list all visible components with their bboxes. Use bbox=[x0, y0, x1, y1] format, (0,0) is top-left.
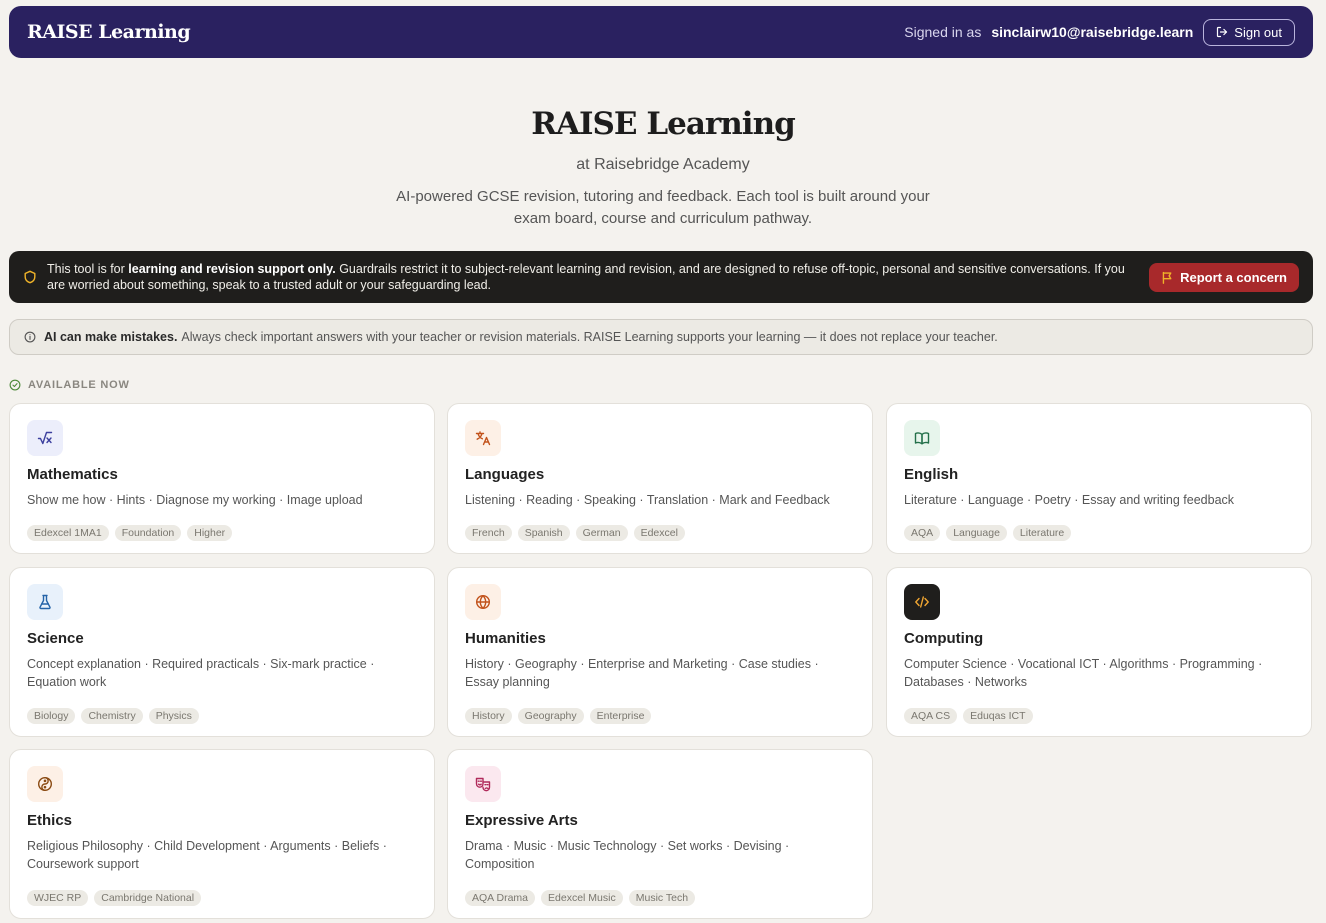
subject-title: Mathematics bbox=[27, 466, 118, 483]
ai-disclaimer-banner: AI can make mistakes. Always check impor… bbox=[9, 319, 1313, 355]
report-concern-button[interactable]: Report a concern bbox=[1149, 262, 1299, 292]
flask-icon bbox=[39, 594, 51, 610]
subject-features: Show me how · Hints · Diagnose my workin… bbox=[27, 493, 363, 507]
signed-in-label: Signed in as bbox=[904, 24, 982, 40]
hero-section: RAISE Learning at Raisebridge Academy AI… bbox=[0, 106, 1326, 230]
subject-title: Computing bbox=[904, 630, 984, 647]
sign-out-icon bbox=[1217, 26, 1228, 38]
subject-tag: Chemistry bbox=[81, 708, 143, 724]
subject-tag: Higher bbox=[187, 525, 233, 541]
subject-card-humanities[interactable]: Humanities History · Geography · Enterpri… bbox=[447, 567, 873, 737]
subject-features: Concept explanation · Required practical… bbox=[27, 657, 375, 689]
subject-features: Literature · Language · Poetry · Essay a… bbox=[904, 493, 1235, 507]
disclaimer-text: Always check important answers with your… bbox=[181, 330, 998, 344]
subject-tag: Enterprise bbox=[589, 708, 652, 724]
shield-icon bbox=[24, 270, 36, 284]
hero-description: AI-powered GCSE revision, tutoring and f… bbox=[396, 188, 930, 227]
section-heading-available: AVAILABLE NOW bbox=[9, 379, 130, 391]
subject-tag: Edexcel 1MA1 bbox=[27, 525, 109, 541]
subject-tag-list: French Spanish German Edexcel bbox=[465, 525, 685, 541]
subject-icon-box bbox=[27, 420, 63, 456]
subject-tag-list: WJEC RP Cambridge National bbox=[27, 890, 202, 906]
subject-tag-list: Edexcel 1MA1 Foundation Higher bbox=[27, 525, 233, 541]
subject-tag-list: AQA CS Eduqas ICT bbox=[904, 708, 1033, 724]
sign-out-label: Sign out bbox=[1234, 24, 1282, 40]
subject-title: Humanities bbox=[465, 630, 546, 647]
subject-tag: Cambridge National bbox=[94, 890, 202, 906]
safeguarding-banner: This tool is for learning and revision s… bbox=[9, 251, 1313, 303]
square-root-icon bbox=[37, 431, 53, 445]
translate-icon bbox=[475, 431, 491, 446]
subject-features: Drama · Music · Music Technology · Set w… bbox=[465, 839, 790, 871]
subject-tag: Edexcel bbox=[633, 525, 685, 541]
book-open-icon bbox=[914, 432, 930, 445]
section-heading-label: AVAILABLE NOW bbox=[28, 379, 130, 391]
subject-card-science[interactable]: Science Concept explanation · Required pr… bbox=[9, 567, 435, 737]
subject-features: History · Geography · Enterprise and Mar… bbox=[465, 657, 819, 689]
subject-tag: German bbox=[575, 525, 628, 541]
subject-tag: AQA CS bbox=[904, 708, 958, 724]
subject-tag: Physics bbox=[148, 708, 199, 724]
subject-tag: Literature bbox=[1012, 525, 1072, 541]
subject-icon-box bbox=[27, 766, 63, 802]
subject-tag-list: Biology Chemistry Physics bbox=[27, 708, 199, 724]
subject-icon-box bbox=[465, 420, 501, 456]
page-title: RAISE Learning bbox=[531, 106, 796, 142]
subject-card-languages[interactable]: Languages Listening · Reading · Speaking … bbox=[447, 403, 873, 554]
safeguarding-text: This tool is for learning and revision s… bbox=[47, 261, 1149, 293]
report-concern-label: Report a concern bbox=[1180, 269, 1287, 285]
subject-tag: Geography bbox=[517, 708, 584, 724]
subject-card-expressive-arts[interactable]: Expressive Arts Drama · Music · Music Tec… bbox=[447, 749, 873, 919]
subject-tag: AQA Drama bbox=[465, 890, 536, 906]
subject-tag: History bbox=[465, 708, 512, 724]
yin-yang-icon bbox=[37, 776, 53, 792]
safeguarding-text-bold: learning and revision support only. bbox=[128, 262, 336, 276]
subject-card-mathematics[interactable]: Mathematics Show me how · Hints · Diagnos… bbox=[9, 403, 435, 554]
subject-title: Languages bbox=[465, 466, 545, 483]
subject-icon-box bbox=[904, 584, 940, 620]
subject-tag: Edexcel Music bbox=[541, 890, 623, 906]
subject-tag: Biology bbox=[27, 708, 76, 724]
subject-tag: Eduqas ICT bbox=[963, 708, 1033, 724]
subject-features: Computer Science · Vocational ICT · Algo… bbox=[904, 657, 1263, 689]
subject-title: Science bbox=[27, 630, 84, 647]
user-info: Signed in as sinclairw10@raisebridge.lea… bbox=[904, 18, 1295, 46]
subject-tag-list: History Geography Enterprise bbox=[465, 708, 652, 724]
subject-title: Ethics bbox=[27, 812, 73, 829]
subject-tag: Music Tech bbox=[628, 890, 696, 906]
subject-card-computing[interactable]: Computing Computer Science · Vocational I… bbox=[886, 567, 1312, 737]
subject-icon-box bbox=[465, 766, 501, 802]
globe-icon bbox=[475, 594, 491, 610]
flag-icon bbox=[1162, 271, 1172, 284]
safeguarding-text-pre: This tool is for bbox=[47, 262, 129, 276]
subject-tag: Foundation bbox=[114, 525, 182, 541]
subject-icon-box bbox=[904, 420, 940, 456]
info-icon bbox=[24, 331, 36, 343]
subject-tag: French bbox=[465, 525, 512, 541]
subject-tag: Language bbox=[946, 525, 1007, 541]
subject-tag: AQA bbox=[904, 525, 941, 541]
brand-logo-text[interactable]: RAISE Learning bbox=[27, 21, 191, 43]
subject-card-english[interactable]: English Literature · Language · Poetry · … bbox=[886, 403, 1312, 554]
top-navigation-bar: RAISE Learning Signed in as sinclairw10@… bbox=[9, 6, 1313, 58]
subject-tag-list: AQA Language Literature bbox=[904, 525, 1072, 541]
subject-title: Expressive Arts bbox=[465, 812, 578, 829]
disclaimer-bold: AI can make mistakes. bbox=[44, 330, 178, 344]
subject-tag: WJEC RP bbox=[27, 890, 89, 906]
subject-features: Religious Philosophy · Child Development… bbox=[27, 839, 387, 871]
sign-out-button[interactable]: Sign out bbox=[1203, 18, 1295, 46]
code-icon bbox=[915, 596, 929, 608]
school-subtitle: at Raisebridge Academy bbox=[576, 156, 750, 173]
user-email: sinclairw10@raisebridge.learn bbox=[991, 24, 1194, 40]
theater-masks-icon bbox=[475, 777, 491, 792]
subject-features: Listening · Reading · Speaking · Transla… bbox=[465, 493, 830, 507]
subject-icon-box bbox=[27, 584, 63, 620]
subject-icon-box bbox=[465, 584, 501, 620]
subject-card-ethics[interactable]: Ethics Religious Philosophy · Child Devel… bbox=[9, 749, 435, 919]
subject-tag: Spanish bbox=[517, 525, 570, 541]
check-circle-icon bbox=[9, 379, 21, 391]
subject-tag-list: AQA Drama Edexcel Music Music Tech bbox=[465, 890, 696, 906]
subject-title: English bbox=[904, 466, 959, 483]
